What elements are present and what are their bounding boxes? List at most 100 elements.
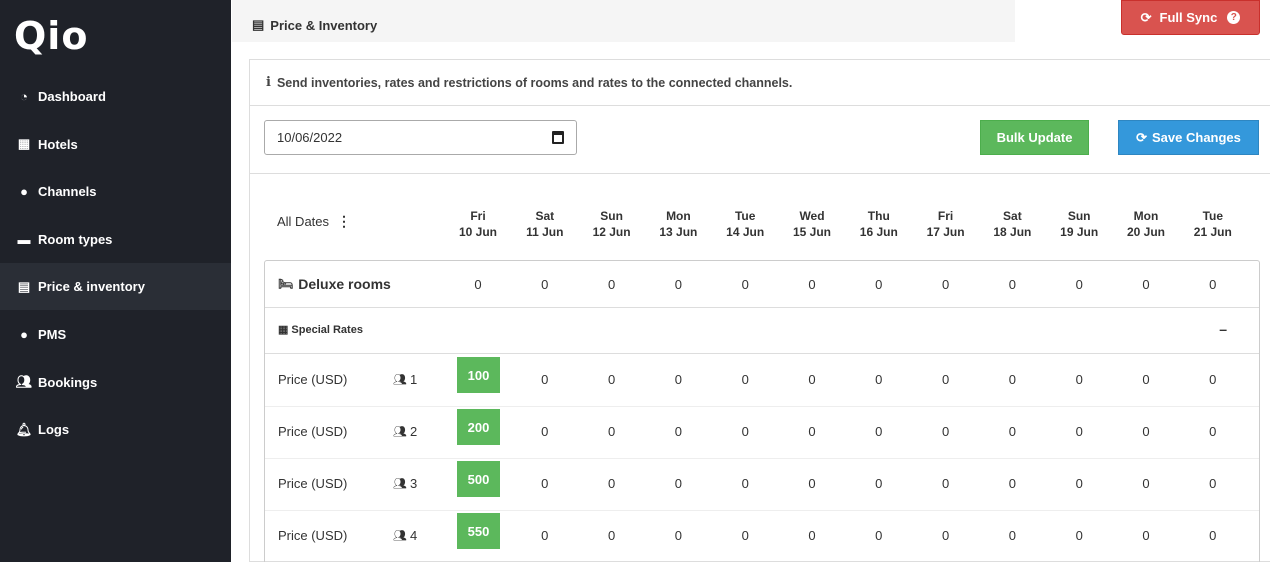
building-icon: ▦ <box>17 136 31 152</box>
page-title: ▤ Price & Inventory <box>252 17 377 33</box>
price-cell[interactable]: 0 <box>582 528 642 543</box>
price-cell[interactable]: 0 <box>648 476 708 491</box>
bell-icon: 🔔︎ <box>15 421 33 437</box>
price-cell[interactable]: 0 <box>1116 476 1176 491</box>
price-cell[interactable]: 0 <box>715 424 775 439</box>
sidebar: Qio ◔ Dashboard ▦ Hotels ● Channels ▬ Room type… <box>0 0 231 562</box>
availability-cell[interactable]: 0 <box>916 277 976 292</box>
price-cell[interactable]: 0 <box>1049 372 1109 387</box>
price-cell[interactable]: 0 <box>916 424 976 439</box>
sidebar-item-hotels[interactable]: ▦ Hotels <box>0 121 231 168</box>
date-input[interactable]: 10/06/2022 <box>264 120 577 155</box>
price-cell[interactable]: 0 <box>648 528 708 543</box>
availability-cell[interactable]: 0 <box>782 277 842 292</box>
price-cell[interactable]: 0 <box>982 528 1042 543</box>
price-cell[interactable]: 0 <box>515 476 575 491</box>
day-date: 20 Jun <box>1126 225 1165 239</box>
price-cell[interactable]: 0 <box>515 372 575 387</box>
divider <box>265 307 1259 308</box>
price-row-label: Price (USD) <box>278 372 348 387</box>
help-icon[interactable]: ? <box>1227 11 1241 24</box>
day-date: 14 Jun <box>726 225 765 239</box>
availability-cell[interactable]: 0 <box>849 277 909 292</box>
price-cell[interactable]: 0 <box>916 372 976 387</box>
bulk-update-button[interactable]: Bulk Update <box>980 120 1089 155</box>
price-cell[interactable]: 0 <box>1183 372 1243 387</box>
availability-cell[interactable]: 0 <box>1116 277 1176 292</box>
price-cell[interactable]: 0 <box>849 528 909 543</box>
price-cell[interactable]: 0 <box>982 476 1042 491</box>
price-cell[interactable]: 0 <box>648 424 708 439</box>
sidebar-item-dashboard[interactable]: ◔ Dashboard <box>0 73 231 120</box>
price-cell[interactable]: 0 <box>648 372 708 387</box>
price-cell[interactable]: 200 <box>457 409 500 445</box>
kebab-menu-icon[interactable]: ⋮ <box>337 213 351 230</box>
availability-cell[interactable]: 0 <box>1183 277 1243 292</box>
day-of-week: Sat <box>1003 209 1022 223</box>
sidebar-item-logs[interactable]: 🔔︎ Logs <box>0 406 231 453</box>
rate-plan-label: ▦ Special Rates <box>278 323 363 337</box>
availability-cell[interactable]: 0 <box>515 277 575 292</box>
price-cell[interactable]: 0 <box>982 372 1042 387</box>
availability-cell[interactable]: 0 <box>1049 277 1109 292</box>
price-cell[interactable]: 0 <box>1116 528 1176 543</box>
users-icon: 👥︎ <box>15 374 33 390</box>
price-cell[interactable]: 0 <box>849 372 909 387</box>
price-cell[interactable]: 0 <box>515 528 575 543</box>
price-cell[interactable]: 550 <box>457 513 500 549</box>
sidebar-item-label: Bookings <box>38 374 98 390</box>
price-cell[interactable]: 0 <box>715 476 775 491</box>
sidebar-item-bookings[interactable]: 👥︎ Bookings <box>0 359 231 406</box>
all-dates-toggle[interactable]: All Dates ⋮ <box>277 213 351 230</box>
price-cell[interactable]: 0 <box>515 424 575 439</box>
app-logo[interactable]: Qio <box>14 14 104 58</box>
availability-cell[interactable]: 0 <box>448 277 508 292</box>
day-of-week: Sun <box>600 209 623 223</box>
price-cell[interactable]: 100 <box>457 357 500 393</box>
sidebar-item-pms[interactable]: ● PMS <box>0 311 231 358</box>
sidebar-item-label: Room types <box>38 231 113 247</box>
price-cell[interactable]: 0 <box>782 424 842 439</box>
price-cell[interactable]: 0 <box>582 476 642 491</box>
price-cell[interactable]: 0 <box>1049 424 1109 439</box>
price-cell[interactable]: 0 <box>1183 528 1243 543</box>
price-cell[interactable]: 0 <box>1049 528 1109 543</box>
price-cell[interactable]: 0 <box>849 476 909 491</box>
price-cell[interactable]: 0 <box>715 528 775 543</box>
info-icon: i <box>266 75 271 90</box>
day-date: 21 Jun <box>1193 225 1232 239</box>
price-cell[interactable]: 0 <box>1049 476 1109 491</box>
save-changes-button[interactable]: ⟳ Save Changes <box>1118 120 1259 155</box>
price-cell[interactable]: 0 <box>582 424 642 439</box>
price-cell[interactable]: 0 <box>1183 424 1243 439</box>
price-cell[interactable]: 0 <box>916 528 976 543</box>
price-cell[interactable]: 0 <box>582 372 642 387</box>
price-cell[interactable]: 0 <box>1116 424 1176 439</box>
availability-cell[interactable]: 0 <box>715 277 775 292</box>
occupancy-indicator: 👥︎ 2 <box>393 424 417 439</box>
sidebar-item-room-types[interactable]: ▬ Room types <box>0 216 231 263</box>
price-cell[interactable]: 0 <box>782 476 842 491</box>
day-of-week: Sun <box>1067 209 1091 223</box>
price-cell[interactable]: 0 <box>1183 476 1243 491</box>
occupancy-indicator: 👥︎ 3 <box>393 476 417 491</box>
price-cell[interactable]: 0 <box>1116 372 1176 387</box>
day-date: 13 Jun <box>659 225 698 239</box>
availability-cell[interactable]: 0 <box>582 277 642 292</box>
price-cell[interactable]: 0 <box>982 424 1042 439</box>
price-cell[interactable]: 0 <box>916 476 976 491</box>
price-cell[interactable]: 500 <box>457 461 500 497</box>
availability-cell[interactable]: 0 <box>982 277 1042 292</box>
logo-text: Qio <box>14 14 89 58</box>
calendar-icon[interactable] <box>552 131 564 144</box>
price-cell[interactable]: 0 <box>849 424 909 439</box>
dashboard-icon: ◔ <box>20 89 28 104</box>
availability-cell[interactable]: 0 <box>648 277 708 292</box>
collapse-button[interactable]: – <box>1219 321 1227 337</box>
price-cell[interactable]: 0 <box>782 528 842 543</box>
full-sync-button[interactable]: ⟳ Full Sync ? <box>1121 0 1260 35</box>
price-cell[interactable]: 0 <box>715 372 775 387</box>
price-cell[interactable]: 0 <box>782 372 842 387</box>
sidebar-item-price-inventory[interactable]: ▤ Price & inventory <box>0 263 231 311</box>
sidebar-item-channels[interactable]: ● Channels <box>0 168 231 215</box>
